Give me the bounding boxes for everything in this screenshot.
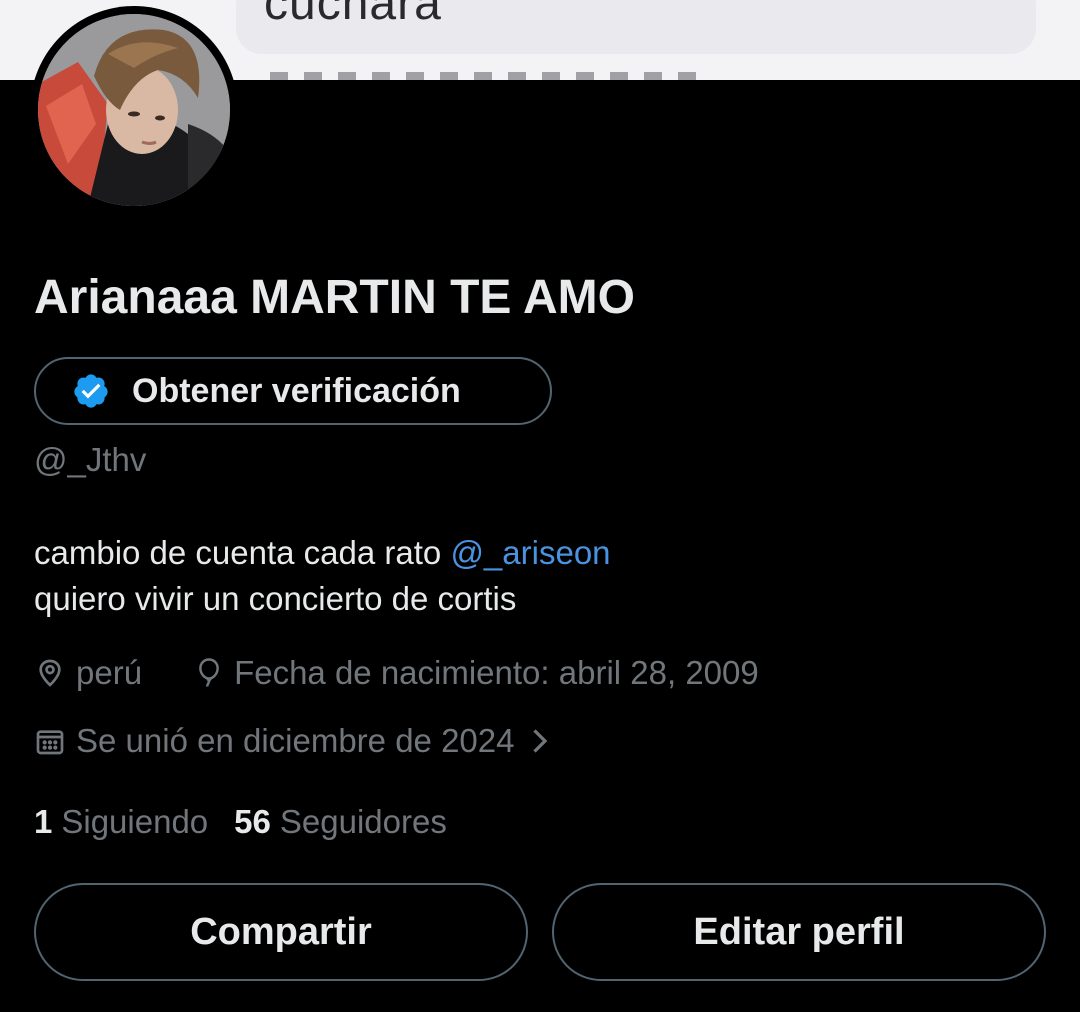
edit-profile-button[interactable]: Editar perfil (552, 883, 1046, 981)
banner-partial-text: cuchara (264, 0, 442, 30)
birthdate-item: Fecha de nacimiento: abril 28, 2009 (194, 654, 759, 692)
get-verified-label: Obtener verificación (132, 371, 461, 410)
followers-label: Seguidores (279, 803, 447, 840)
following-link[interactable]: 1 Siguiendo (34, 803, 208, 841)
balloon-icon (199, 658, 219, 687)
followers-link[interactable]: 56 Seguidores (234, 803, 447, 841)
follow-stats: 1 Siguiendo 56 Seguidores (34, 803, 447, 841)
profile-page: cuchara Arianaaa MARTIN TE AMO Obtener v… (0, 0, 1080, 1012)
calendar-icon (36, 730, 64, 755)
joined-item: Se unió en diciembre de 2024 (34, 722, 514, 760)
chevron-right-icon (533, 729, 548, 753)
joined-text: Se unió en diciembre de 2024 (76, 722, 515, 759)
location-item: perú (34, 654, 142, 692)
following-count: 1 (34, 803, 53, 840)
location-text: perú (76, 654, 143, 691)
bio-text: cambio de cuenta cada rato (34, 534, 451, 571)
avatar[interactable] (30, 6, 238, 214)
display-name: Arianaaa MARTIN TE AMO (34, 271, 635, 324)
joined-row[interactable]: Se unió en diciembre de 2024 (34, 722, 550, 760)
location-pin-icon (39, 659, 61, 687)
followers-count: 56 (234, 803, 271, 840)
verified-badge-icon (74, 374, 108, 408)
profile-bio: cambio de cuenta cada rato @_ariseon qui… (34, 530, 611, 622)
get-verified-button[interactable]: Obtener verificación (34, 357, 552, 425)
avatar-image (38, 14, 230, 206)
username-handle: @_Jthv (34, 441, 147, 478)
bio-line-2: quiero vivir un concierto de cortis (34, 580, 517, 617)
profile-meta-row-1: perú Fecha de nacimiento: abril 28, 2009 (34, 654, 759, 692)
banner-cropped-text (270, 72, 700, 80)
following-label: Siguiendo (61, 803, 209, 840)
birthdate-text: Fecha de nacimiento: abril 28, 2009 (234, 654, 759, 691)
bio-mention-link[interactable]: @_ariseon (450, 534, 610, 571)
bio-line-1: cambio de cuenta cada rato @_ariseon (34, 530, 611, 576)
share-button[interactable]: Compartir (34, 883, 528, 981)
